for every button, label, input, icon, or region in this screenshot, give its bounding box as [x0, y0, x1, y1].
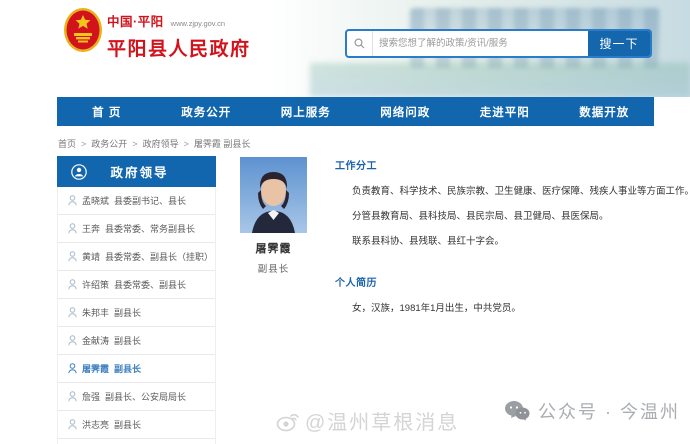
sidebar-item-leader[interactable]: 许绍策 县委常委、副县长: [58, 271, 215, 299]
sidebar-item-leader[interactable]: 王奔 县委常委、常务副县长: [58, 215, 215, 243]
leader-photo-card: 屠霁霞 副县长: [240, 157, 307, 275]
sidebar-item-leader[interactable]: 陈国翰 副县长（挂职）: [58, 439, 215, 444]
main-nav: 首 页 政务公开 网上服务 网络问政 走进平阳 数据开放: [57, 97, 654, 126]
leader-title: 县委常委、副县长: [114, 278, 186, 291]
breadcrumb-separator: >: [81, 139, 86, 149]
leader-detail: 工作分工 负责教育、科学技术、民族宗教、卫生健康、医疗保障、残疾人事业等方面工作…: [335, 157, 685, 314]
person-icon: [68, 335, 77, 346]
leader-title: 县委副书记、县长: [114, 194, 186, 207]
watermark-wechat: 公众号 · 今温州: [504, 398, 680, 424]
person-icon: [68, 419, 77, 430]
work-line: 分管县教育局、县科技局、县民宗局、县卫健局、县医保局。: [335, 208, 685, 222]
leader-name: 詹强: [82, 390, 100, 403]
leader-title: 县委常委、常务副县长: [105, 222, 195, 235]
brand-block: 中国·平阳 www.zjpy.gov.cn 平阳县人民政府: [107, 11, 251, 61]
work-line: 负责教育、科学技术、民族宗教、卫生健康、医疗保障、残疾人事业等方面工作。: [335, 183, 685, 197]
breadcrumb-gov-disclosure[interactable]: 政务公开: [91, 137, 127, 150]
leader-profile-title: 副县长: [240, 261, 307, 275]
leader-name: 屠霁霞: [82, 362, 109, 375]
leader-name: 许绍策: [82, 278, 109, 291]
leader-list: 孟晓斌 县委副书记、县长 王奔 县委常委、常务副县长 黄靖 县委常委、副县长（挂…: [57, 187, 216, 444]
person-icon: [68, 195, 77, 206]
person-icon: [68, 279, 77, 290]
leaders-sidebar: 政府领导 孟晓斌 县委副书记、县长 王奔 县委常委、常务副县长 黄靖 县委常委、…: [57, 156, 216, 444]
search-icon: [347, 31, 373, 56]
person-icon: [68, 363, 77, 374]
wechat-icon: [504, 400, 530, 422]
leader-title: 副县长: [114, 418, 141, 431]
leader-profile-name: 屠霁霞: [240, 240, 307, 256]
leader-portrait: [240, 157, 307, 233]
national-emblem-icon: [63, 7, 103, 53]
breadcrumb-separator: >: [184, 139, 189, 149]
person-icon: [68, 307, 77, 318]
site-url: www.zjpy.gov.cn: [171, 19, 225, 28]
sidebar-item-leader[interactable]: 詹强 副县长、公安局局长: [58, 383, 215, 411]
leader-name: 洪志亮: [82, 418, 109, 431]
nav-item-about-pingyang[interactable]: 走进平阳: [455, 97, 555, 126]
section-resume: 个人简历 女，汉族，1981年1月出生，中共党员。: [335, 274, 685, 314]
search-input[interactable]: [373, 31, 588, 56]
section-work-division: 工作分工 负责教育、科学技术、民族宗教、卫生健康、医疗保障、残疾人事业等方面工作…: [335, 157, 685, 247]
nav-item-open-data[interactable]: 数据开放: [555, 97, 655, 126]
search-button[interactable]: 搜一下: [588, 31, 650, 56]
person-icon: [68, 223, 77, 234]
watermark-left-text: @温州草根消息: [305, 406, 459, 435]
breadcrumb-current: 屠霁霞 副县长: [194, 137, 251, 150]
watermark-right-text: 公众号 · 今温州: [538, 398, 680, 424]
breadcrumb: 首页 > 政务公开 > 政府领导 > 屠霁霞 副县长: [58, 137, 250, 150]
leader-title: 副县长: [114, 306, 141, 319]
resume-line: 女，汉族，1981年1月出生，中共党员。: [335, 300, 685, 314]
section-heading: 工作分工: [335, 157, 685, 172]
leader-name: 黄靖: [82, 250, 100, 263]
work-line: 联系县科协、县残联、县红十字会。: [335, 233, 685, 247]
sidebar-item-leader[interactable]: 黄靖 县委常委、副县长（挂职）: [58, 243, 215, 271]
search-bar: 搜一下: [345, 29, 652, 58]
person-icon: [68, 391, 77, 402]
sidebar-header: 政府领导: [57, 156, 216, 187]
page: 中国·平阳 www.zjpy.gov.cn 平阳县人民政府 搜一下 首 页 政务…: [0, 0, 690, 444]
site-tagline: 中国·平阳: [107, 11, 164, 30]
leader-title: 副县长、公安局局长: [105, 390, 186, 403]
nav-item-gov-disclosure[interactable]: 政务公开: [157, 97, 257, 126]
leader-title: 副县长: [114, 362, 141, 375]
sidebar-item-leader[interactable]: 洪志亮 副县长: [58, 411, 215, 439]
leader-name: 金献涛: [82, 334, 109, 347]
leader-title: 县委常委、副县长（挂职）: [105, 250, 213, 263]
person-icon: [68, 251, 77, 262]
leader-name: 朱邦丰: [82, 306, 109, 319]
breadcrumb-home[interactable]: 首页: [58, 137, 76, 150]
nav-item-online-politics[interactable]: 网络问政: [356, 97, 456, 126]
weibo-icon: [276, 410, 300, 432]
leader-name: 王奔: [82, 222, 100, 235]
sidebar-item-leader-active[interactable]: 屠霁霞 副县长: [58, 355, 215, 383]
nav-item-home[interactable]: 首 页: [57, 97, 157, 126]
sidebar-item-leader[interactable]: 孟晓斌 县委副书记、县长: [58, 187, 215, 215]
sidebar-item-leader[interactable]: 朱邦丰 副县长: [58, 299, 215, 327]
watermark-weibo: @温州草根消息: [276, 406, 459, 435]
site-header: 中国·平阳 www.zjpy.gov.cn 平阳县人民政府 搜一下: [0, 0, 690, 97]
leader-badge-icon: [71, 164, 87, 180]
sidebar-title: 政府领导: [87, 162, 192, 181]
site-title: 平阳县人民政府: [107, 34, 251, 61]
breadcrumb-gov-leaders[interactable]: 政府领导: [143, 137, 179, 150]
section-heading: 个人简历: [335, 274, 685, 289]
nav-item-online-services[interactable]: 网上服务: [256, 97, 356, 126]
leader-name: 孟晓斌: [82, 194, 109, 207]
breadcrumb-separator: >: [132, 139, 137, 149]
sidebar-item-leader[interactable]: 金献涛 副县长: [58, 327, 215, 355]
leader-title: 副县长: [114, 334, 141, 347]
